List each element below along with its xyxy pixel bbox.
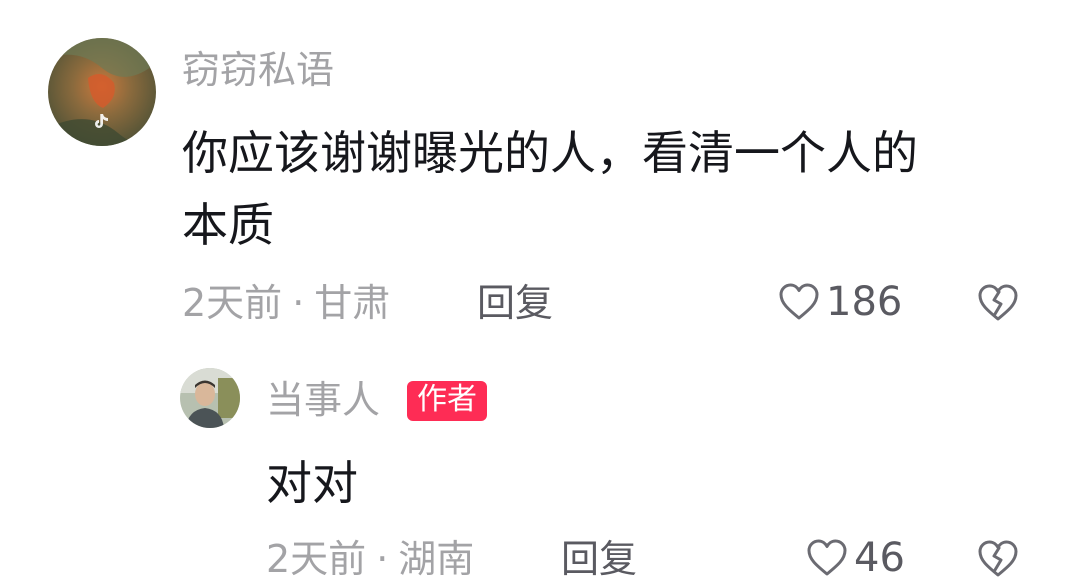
reply-time: 2天前 (266, 537, 367, 581)
commenter-username[interactable]: 窃窃私语 (182, 51, 334, 89)
reply-avatar[interactable] (180, 368, 240, 428)
comment-location: 甘肃 (314, 281, 391, 325)
comment-reply-button[interactable]: 回复 (477, 284, 553, 322)
comment-text-line-2: 本质 (182, 198, 274, 252)
comment-dislike-button[interactable] (977, 283, 1019, 327)
reply-dislike-button[interactable] (977, 539, 1019, 583)
reply-location: 湖南 (398, 537, 475, 581)
reply-reply-button[interactable]: 回复 (561, 540, 637, 578)
comment-like-count: 186 (826, 279, 903, 325)
avatar-image (48, 38, 156, 146)
broken-heart-icon (978, 284, 1018, 321)
comment-meta: 2天前 · 甘肃 (182, 284, 390, 322)
author-badge: 作者 (407, 381, 487, 421)
person-avatar-image (180, 368, 240, 428)
reply-text: 对对 (266, 456, 358, 510)
reply-like-button[interactable]: 46 (806, 538, 905, 578)
reply-username[interactable]: 当事人 (266, 381, 380, 419)
reply-meta: 2天前 · 湖南 (266, 540, 474, 578)
heart-outline-icon (779, 283, 819, 320)
meta-separator: · (376, 537, 389, 581)
broken-heart-icon (978, 540, 1018, 577)
comment-time: 2天前 (182, 281, 283, 325)
commenter-avatar[interactable] (48, 38, 156, 146)
reply-like-count: 46 (854, 535, 905, 581)
meta-separator: · (292, 281, 305, 325)
heart-outline-icon (807, 539, 847, 576)
comment-text-line-1: 你应该谢谢曝光的人，看清一个人的 (182, 126, 918, 180)
comment-like-button[interactable]: 186 (778, 282, 902, 322)
